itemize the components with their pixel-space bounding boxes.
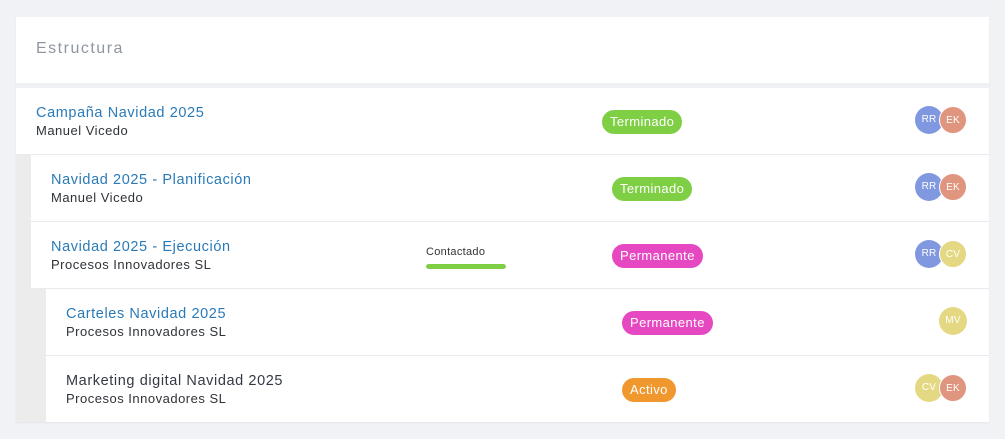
tree-row-marketing[interactable]: Marketing digital Navidad 2025 Procesos … — [16, 356, 989, 422]
assignee-avatars: MV — [915, 307, 967, 335]
status-badge: Terminado — [602, 110, 683, 134]
tree-row-planificacion[interactable]: Navidad 2025 - Planificación Manuel Vice… — [16, 155, 989, 222]
tree-row-carteles[interactable]: Carteles Navidad 2025 Procesos Innovador… — [16, 289, 989, 356]
status-badge: Activo — [622, 378, 676, 402]
assignee-avatars: RR CV — [915, 240, 967, 268]
indent-guide — [16, 356, 46, 422]
indent-guide — [16, 155, 31, 221]
status-badge: Permanente — [622, 311, 713, 335]
status-badge: Terminado — [612, 177, 693, 201]
project-tree: Campaña Navidad 2025 Manuel Vicedo Termi… — [16, 88, 989, 422]
progress-bar — [426, 264, 506, 269]
structure-panel: Estructura Campaña Navidad 2025 Manuel V… — [16, 17, 989, 422]
avatar[interactable]: CV — [939, 240, 967, 268]
assignee-avatars: RR EK — [915, 106, 967, 134]
project-owner: Manuel Vicedo — [51, 190, 144, 205]
assignee-avatars: RR EK — [915, 173, 967, 201]
project-owner: Manuel Vicedo — [36, 123, 129, 138]
indent-guide — [16, 289, 46, 355]
project-owner: Procesos Innovadores SL — [66, 324, 227, 339]
avatar[interactable]: EK — [939, 173, 967, 201]
project-owner: Procesos Innovadores SL — [51, 257, 212, 272]
assignee-avatars: CV EK — [915, 374, 967, 402]
status-badge: Permanente — [612, 244, 703, 268]
project-title-link[interactable]: Navidad 2025 - Ejecución — [51, 239, 231, 255]
project-title: Marketing digital Navidad 2025 — [66, 373, 284, 389]
project-title-link[interactable]: Campaña Navidad 2025 — [36, 105, 204, 121]
avatar[interactable]: EK — [939, 374, 967, 402]
project-title-link[interactable]: Carteles Navidad 2025 — [66, 306, 226, 322]
project-owner: Procesos Innovadores SL — [66, 391, 227, 406]
panel-header: Estructura — [16, 17, 989, 83]
indent-guide — [16, 222, 31, 288]
tree-row-ejecucion[interactable]: Navidad 2025 - Ejecución Procesos Innova… — [16, 222, 989, 289]
progress-bar-fill — [426, 264, 506, 269]
tree-row-campana[interactable]: Campaña Navidad 2025 Manuel Vicedo Termi… — [16, 88, 989, 155]
avatar[interactable]: MV — [939, 307, 967, 335]
avatar[interactable]: EK — [939, 106, 967, 134]
panel-title: Estructura — [36, 40, 124, 57]
progress-label: Contactado — [426, 246, 486, 258]
project-title-link[interactable]: Navidad 2025 - Planificación — [51, 172, 252, 188]
